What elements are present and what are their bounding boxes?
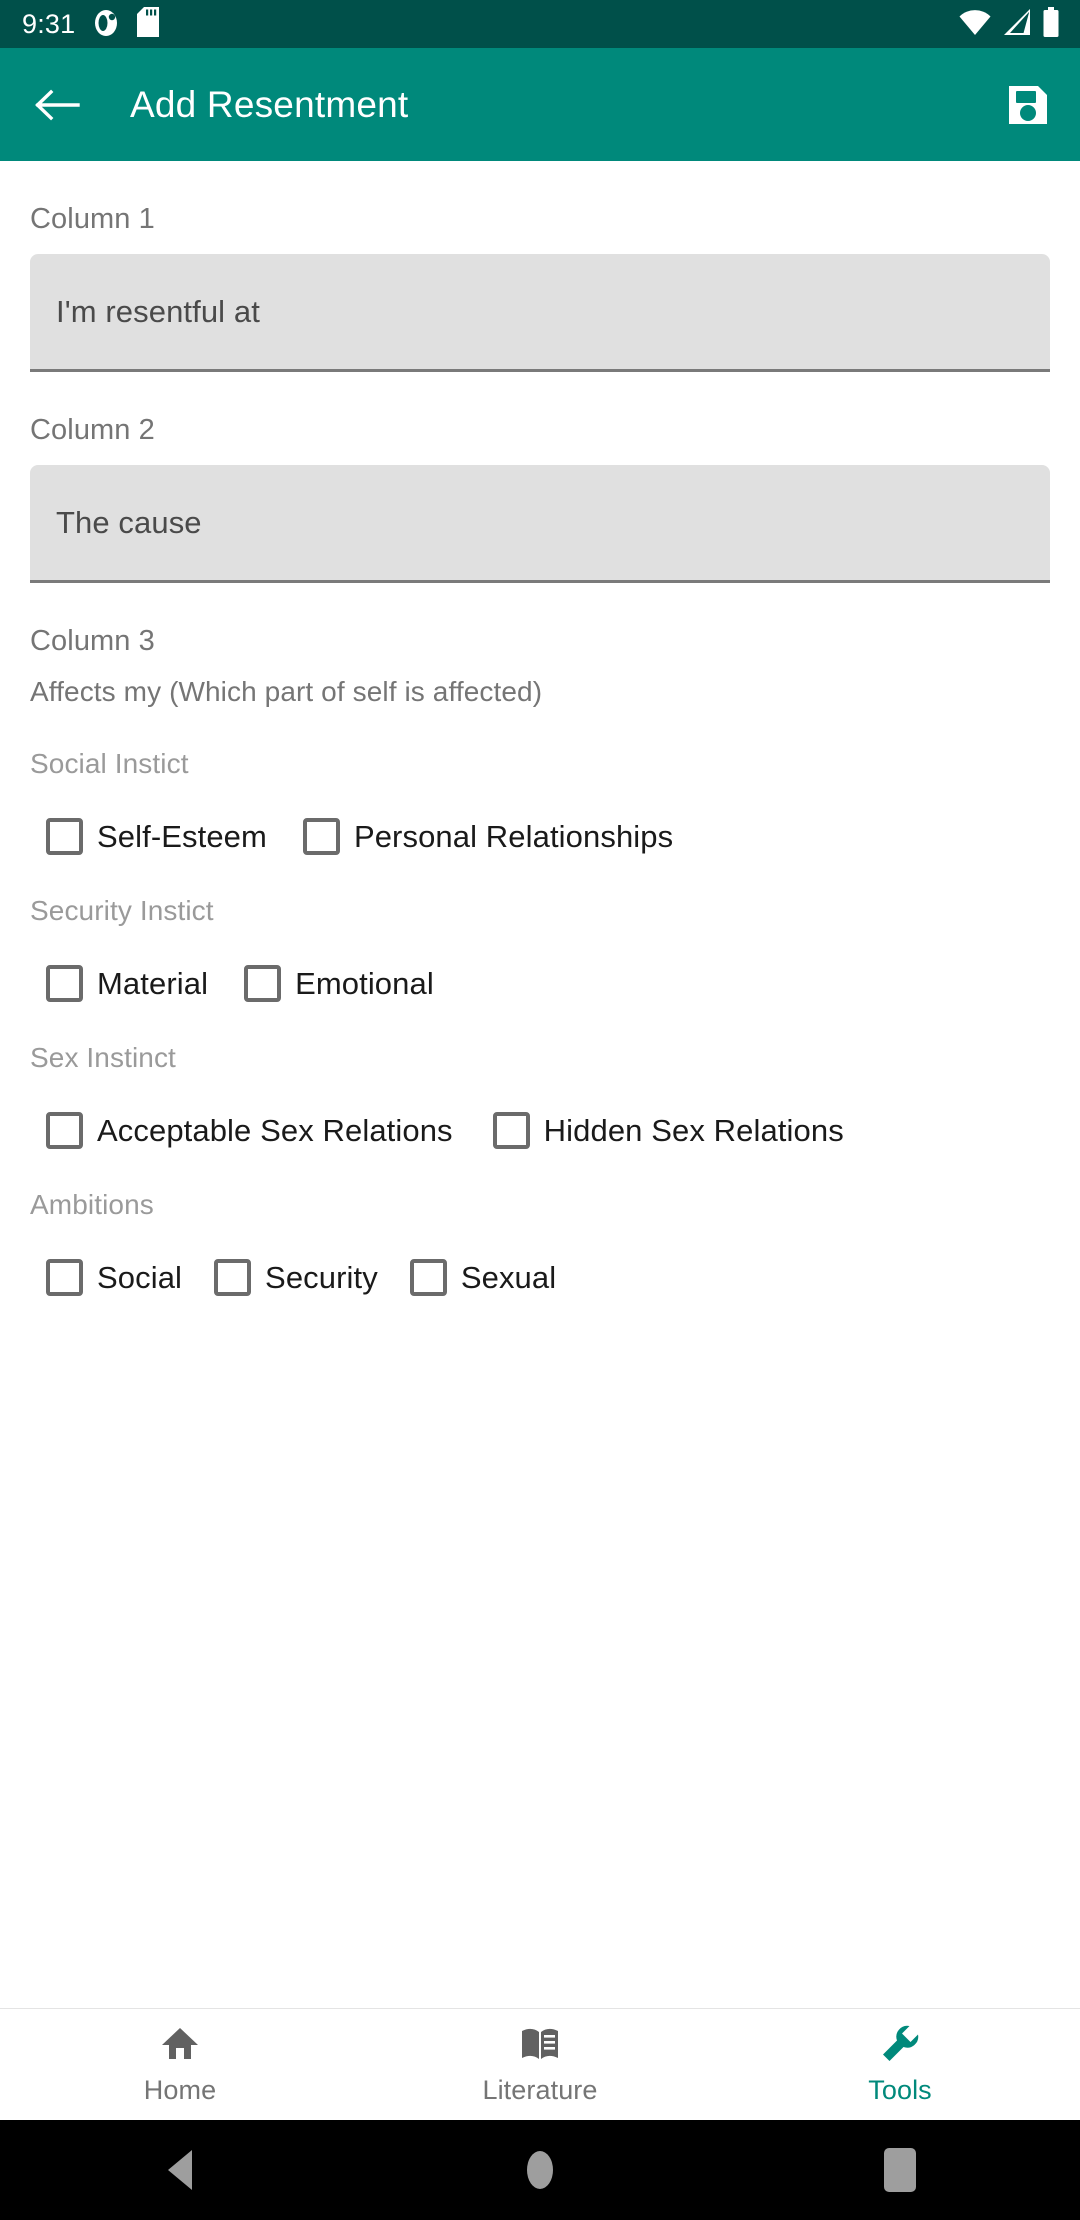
checkbox-hidden-sex-relations[interactable]: Hidden Sex Relations [492, 1112, 844, 1149]
checkbox-label: Social [97, 1259, 183, 1295]
checkbox-label: Sexual [460, 1259, 557, 1295]
status-bar-clock: 9:31 [22, 8, 76, 39]
status-bar-left: 9:31 [22, 6, 160, 42]
group-title: Sex Instinct [30, 1042, 176, 1073]
checkbox-unchecked-icon[interactable] [214, 1259, 252, 1296]
android-home-button[interactable] [360, 2151, 720, 2189]
form-content: Column 1 I'm resentful at Column 2 The c… [0, 161, 1080, 2008]
home-icon [162, 2028, 198, 2059]
checkbox-label: Acceptable Sex Relations [97, 1112, 453, 1148]
checkbox-personal-relationships[interactable]: Personal Relationships [302, 818, 674, 855]
back-triangle-icon [168, 2150, 192, 2190]
group-social-instinct: Social Instict Self-Esteem Personal Rela… [30, 748, 1050, 855]
recents-square-icon [884, 2148, 916, 2192]
checkbox-unchecked-icon[interactable] [46, 818, 83, 855]
save-button[interactable] [1004, 81, 1052, 129]
column3-helper-text: Affects my (Which part of self is affect… [30, 676, 543, 707]
checkbox-label: Self-Esteem [97, 818, 267, 854]
checkbox-unchecked-icon[interactable] [46, 965, 83, 1002]
checkbox-label: Material [97, 965, 209, 1001]
android-recents-button[interactable] [720, 2148, 1080, 2192]
back-button[interactable] [34, 86, 80, 124]
checkbox-unchecked-icon[interactable] [302, 818, 340, 855]
checkbox-emotional[interactable]: Emotional [244, 965, 434, 1002]
wifi-icon [958, 8, 992, 41]
group-title: Security Instict [30, 895, 214, 926]
column1-input[interactable]: I'm resentful at [30, 254, 1050, 372]
checkbox-unchecked-icon[interactable] [46, 1259, 83, 1296]
bottom-navigation-bar: Home Literature Tools [0, 2008, 1080, 2120]
column2-placeholder: The cause [56, 504, 202, 540]
nav-item-literature[interactable]: Literature [360, 2023, 720, 2106]
cellular-no-sim-icon [1002, 8, 1032, 41]
group-security-instinct: Security Instict Material Emotional [30, 895, 1050, 1002]
sd-card-icon [137, 6, 160, 42]
column2-label: Column 2 [30, 414, 155, 446]
group-title: Ambitions [30, 1189, 154, 1220]
column1-placeholder: I'm resentful at [56, 293, 260, 329]
checkbox-material[interactable]: Material [46, 965, 208, 1002]
checkbox-label: Personal Relationships [353, 818, 674, 854]
status-bar-right [958, 6, 1060, 42]
checkbox-row: Acceptable Sex Relations Hidden Sex Rela… [30, 1112, 1050, 1149]
alarm-ring-icon [93, 7, 119, 42]
checkbox-unchecked-icon[interactable] [244, 965, 282, 1002]
column2-input[interactable]: The cause [30, 465, 1050, 583]
group-ambitions: Ambitions Social Security Sexual [30, 1189, 1050, 1296]
home-circle-icon [527, 2151, 553, 2189]
back-arrow-icon [35, 89, 80, 120]
checkbox-self-esteem[interactable]: Self-Esteem [46, 818, 267, 855]
nav-label: Tools [868, 2075, 932, 2105]
group-sex-instinct: Sex Instinct Acceptable Sex Relations Hi… [30, 1042, 1050, 1149]
nav-item-home[interactable]: Home [0, 2023, 360, 2106]
nav-label: Literature [482, 2075, 598, 2105]
checkbox-unchecked-icon[interactable] [492, 1112, 530, 1149]
page-title: Add Resentment [130, 83, 409, 125]
battery-full-icon [1042, 6, 1060, 42]
column1-label: Column 1 [30, 203, 155, 235]
status-bar: 9:31 [0, 0, 1080, 48]
save-floppy-icon [1009, 85, 1047, 124]
android-navigation-bar [0, 2120, 1080, 2220]
column3-label: Column 3 [30, 625, 155, 657]
checkbox-security[interactable]: Security [214, 1259, 378, 1296]
checkbox-label: Hidden Sex Relations [543, 1112, 844, 1148]
checkbox-social[interactable]: Social [46, 1259, 182, 1296]
checkbox-unchecked-icon[interactable] [46, 1112, 83, 1149]
book-icon [522, 2028, 558, 2059]
checkbox-acceptable-sex-relations[interactable]: Acceptable Sex Relations [46, 1112, 453, 1149]
checkbox-sexual[interactable]: Sexual [409, 1259, 557, 1296]
group-title: Social Instict [30, 748, 189, 779]
app-bar: Add Resentment [0, 48, 1080, 161]
app-screen: 9:31 Add Resentment Column 1 I'm resentf… [0, 0, 1080, 2220]
nav-label: Home [143, 2075, 217, 2105]
checkbox-label: Security [265, 1259, 378, 1295]
android-back-button[interactable] [0, 2150, 360, 2190]
checkbox-label: Emotional [295, 965, 434, 1001]
checkbox-unchecked-icon[interactable] [409, 1259, 447, 1296]
checkbox-row: Self-Esteem Personal Relationships [30, 818, 1050, 855]
checkbox-row: Material Emotional [30, 965, 1050, 1002]
wrench-icon [883, 2025, 919, 2061]
nav-item-tools[interactable]: Tools [720, 2023, 1080, 2106]
checkbox-row: Social Security Sexual [30, 1259, 1050, 1296]
